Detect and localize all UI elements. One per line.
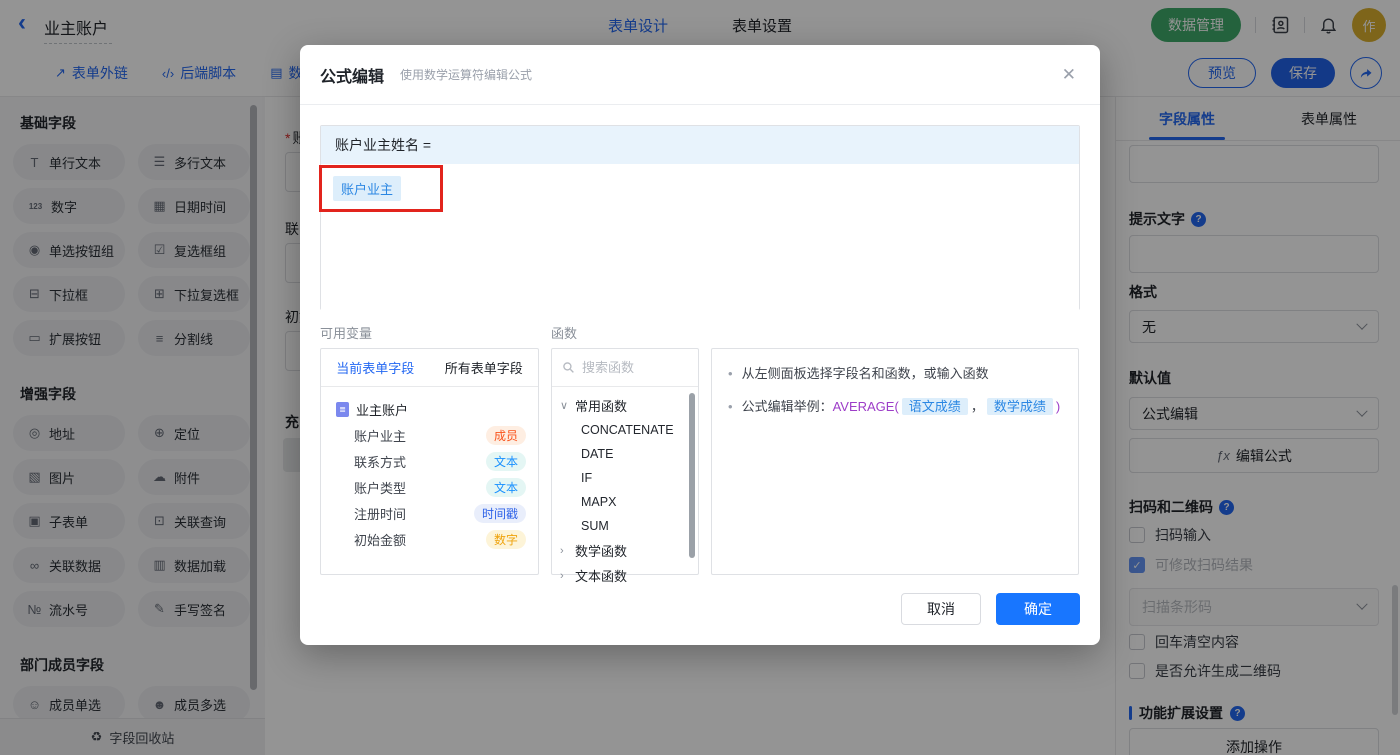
variable-name: 账户业主 <box>354 428 407 444</box>
bullet: • <box>728 399 733 414</box>
example-prefix: 公式编辑举例： <box>741 399 833 414</box>
close-icon[interactable]: ✕ <box>1062 65 1076 85</box>
functions-label: 函数 <box>551 326 578 341</box>
group-label: 文本函数 <box>575 569 628 584</box>
help-line-1: • 从左侧面板选择字段名和函数，或输入函数 <box>728 364 1062 384</box>
variables-tabs: 当前表单字段 所有表单字段 <box>321 349 538 387</box>
formula-input-area[interactable]: 账户业主 <box>321 164 1079 310</box>
function-item[interactable]: IF <box>552 466 698 490</box>
search-icon <box>563 362 574 373</box>
variable-item[interactable]: 账户类型 文本 <box>321 474 538 500</box>
help-text: 从左侧面板选择字段名和函数，或输入函数 <box>741 366 989 381</box>
function-search-input[interactable] <box>582 360 682 375</box>
tree-root-item[interactable]: ≣ 业主账户 <box>321 396 538 422</box>
example-field-tag: 语文成绩 <box>901 398 968 415</box>
tree-root-label: 业主账户 <box>356 402 409 418</box>
formula-editor-modal: 公式编辑 使用数学运算符编辑公式 ✕ 账户业主姓名 = 账户业主 可用变量 函数… <box>300 45 1100 645</box>
modal-title: 公式编辑 <box>320 68 385 86</box>
type-badge: 数字 <box>485 529 526 549</box>
formula-field-tag[interactable]: 账户业主 <box>333 176 402 201</box>
type-badge: 时间戳 <box>473 503 526 523</box>
function-group-common[interactable]: ∨ 常用函数 <box>552 393 698 418</box>
cancel-button[interactable]: 取消 <box>901 593 981 625</box>
variable-item[interactable]: 初始金额 数字 <box>321 526 538 552</box>
function-search <box>552 349 698 387</box>
confirm-button[interactable]: 确定 <box>996 593 1080 625</box>
variables-label: 可用变量 <box>320 326 373 341</box>
functions-scrollbar[interactable] <box>689 393 695 558</box>
modal-header: 公式编辑 使用数学运算符编辑公式 ✕ <box>300 45 1100 105</box>
type-badge: 文本 <box>485 451 526 471</box>
variable-name: 联系方式 <box>354 454 407 470</box>
function-item[interactable]: CONCATENATE <box>552 418 698 442</box>
modal-footer: 取消 确定 <box>300 593 1100 625</box>
example-field-tag: 数学成绩 <box>986 398 1053 415</box>
group-label: 数学函数 <box>575 544 628 559</box>
bullet: • <box>728 366 733 381</box>
function-item[interactable]: MAPX <box>552 490 698 514</box>
chevron-right-icon: › <box>560 569 564 582</box>
chevron-down-icon: ∨ <box>560 400 569 412</box>
formula-editor-box: 账户业主姓名 = 账户业主 <box>320 125 1080 310</box>
example-function-close: ) <box>1055 399 1061 414</box>
example-function-open: AVERAGE( <box>832 399 899 414</box>
variable-name: 初始金额 <box>354 532 407 548</box>
help-line-2: • 公式编辑举例：AVERAGE(语文成绩，数学成绩) <box>728 397 1062 417</box>
type-badge: 文本 <box>485 477 526 497</box>
formula-target: 账户业主姓名 = <box>321 126 1079 164</box>
variable-name: 注册时间 <box>354 506 407 522</box>
function-group-text[interactable]: › 文本函数 <box>552 563 698 588</box>
group-label: 常用函数 <box>575 399 628 414</box>
chevron-right-icon: › <box>560 544 564 557</box>
variable-item[interactable]: 注册时间 时间戳 <box>321 500 538 526</box>
help-example: 公式编辑举例：AVERAGE(语文成绩，数学成绩) <box>741 397 1061 417</box>
modal-subtitle: 使用数学运算符编辑公式 <box>400 68 533 82</box>
form-doc-icon: ≣ <box>336 401 349 417</box>
tab-current-form-fields[interactable]: 当前表单字段 <box>321 349 430 386</box>
variable-item[interactable]: 账户业主 成员 <box>321 422 538 448</box>
function-item[interactable]: DATE <box>552 442 698 466</box>
variable-item[interactable]: 联系方式 文本 <box>321 448 538 474</box>
app-root: ‹ 业主账户 表单设计 表单设置 数据管理 作 ↗表单外链 ‹/›后端脚本 ▤数… <box>0 0 1400 755</box>
example-comma: ， <box>970 399 984 414</box>
formula-help-panel: • 从左侧面板选择字段名和函数，或输入函数 • 公式编辑举例：AVERAGE(语文成… <box>711 348 1079 575</box>
function-group-math[interactable]: › 数学函数 <box>552 538 698 563</box>
tab-all-form-fields[interactable]: 所有表单字段 <box>430 349 539 386</box>
variables-panel: 当前表单字段 所有表单字段 ≣ 业主账户 账户业主 成员 联系方式 文本 账户类型 文本… <box>320 348 539 575</box>
type-badge: 成员 <box>485 425 526 445</box>
function-item[interactable]: SUM <box>552 514 698 538</box>
variable-name: 账户类型 <box>354 480 407 496</box>
functions-panel: ∨ 常用函数 CONCATENATE DATE IF MAPX SUM › 数学函数… <box>551 348 699 584</box>
function-tree: ∨ 常用函数 CONCATENATE DATE IF MAPX SUM › 数学函数… <box>552 387 698 588</box>
variables-tree: ≣ 业主账户 账户业主 成员 联系方式 文本 账户类型 文本 注册时间 时间戳 初始金额数… <box>321 387 538 552</box>
